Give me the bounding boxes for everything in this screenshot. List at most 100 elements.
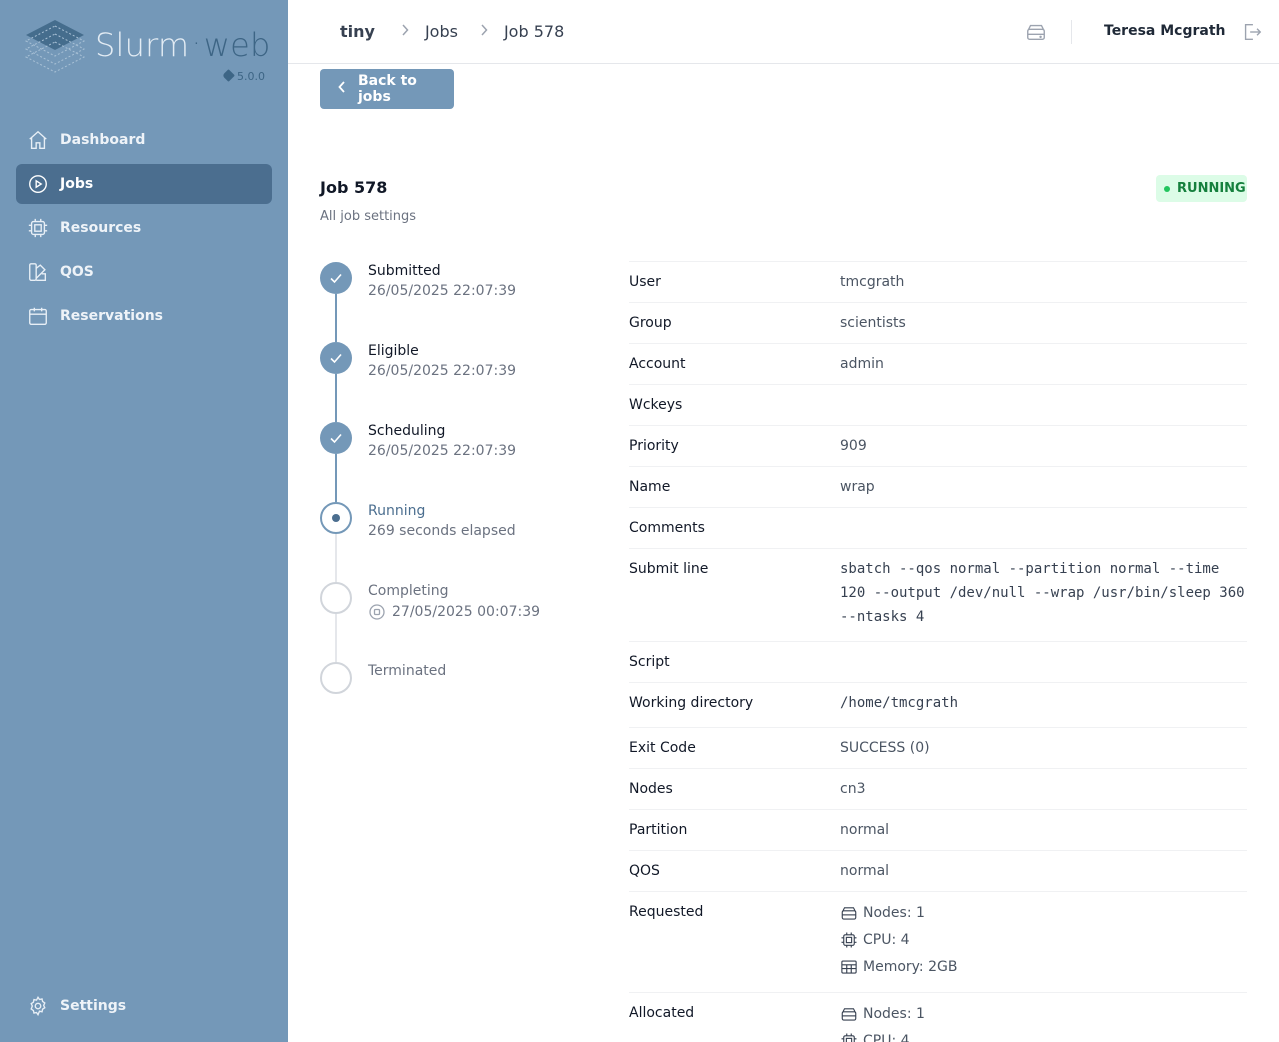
detail-key: Exit Code [629,740,696,756]
detail-value: scientists [840,315,906,331]
sidebar-item-label: Settings [60,998,127,1014]
page-title: Job 578 [320,178,388,197]
timeline-step-label: Terminated [368,663,447,679]
check-icon [320,262,352,294]
detail-value: cn3 [840,781,866,797]
calendar-icon [26,304,50,328]
detail-row-script: Script [629,642,1247,683]
sidebar-item-settings[interactable]: Settings [16,986,272,1026]
breadcrumb-cluster[interactable]: tiny [340,22,375,41]
sidebar: Slurm ·web 5.0.0 Dashboard Jobs Resources [0,0,288,1042]
server-icon[interactable] [1025,20,1047,48]
app-logo[interactable]: Slurm ·web 5.0.0 [22,18,272,83]
detail-value: /home/tmcgrath [840,695,959,711]
breadcrumb: tiny Jobs Job 578 [340,22,564,41]
detail-key: QOS [629,863,660,879]
cpu-chip-icon [26,216,50,240]
timeline-step-time: 26/05/2025 22:07:39 [368,443,517,459]
timeline-step-label: Completing [368,583,449,599]
topbar-divider [1071,20,1072,44]
job-details-table: User tmcgrath Group scientists Account a… [629,261,1247,1042]
detail-value: SUCCESS (0) [840,740,930,756]
sidebar-item-label: QOS [60,264,94,280]
check-icon [320,422,352,454]
detail-key: Comments [629,520,705,536]
timeline-step-label: Scheduling [368,423,446,439]
detail-value: normal [840,822,890,838]
detail-key: User [629,274,661,290]
detail-key: Requested [629,904,704,920]
detail-value: Nodes: 1 CPU: 4 Memory: 2GB [840,892,1247,992]
status-dot [1164,185,1170,192]
sidebar-item-label: Reservations [60,308,163,324]
timeline-step-time: 26/05/2025 22:07:39 [368,363,517,379]
page-subtitle: All job settings [320,209,417,224]
detail-value: tmcgrath [840,274,905,290]
timeline-step-eligible: Eligible 26/05/2025 22:07:39 [320,342,600,402]
detail-value: 909 [840,438,867,454]
breadcrumb-jobs[interactable]: Jobs [425,22,458,41]
timeline-step-scheduling: Scheduling 26/05/2025 22:07:39 [320,422,600,482]
timeline-step-submitted: Submitted 26/05/2025 22:07:39 [320,262,600,322]
logo-wordmark: Slurm ·web [95,26,271,64]
tag-icon [222,69,235,82]
user-name[interactable]: Teresa Mcgrath [1104,23,1226,39]
home-icon [26,128,50,152]
detail-row-exit-code: Exit Code SUCCESS (0) [629,728,1247,769]
detail-row-allocated: Allocated Nodes: 1 CPU: 4 [629,993,1247,1042]
allocated-nodes: Nodes: 1 [840,1000,1247,1027]
sidebar-item-qos[interactable]: QOS [16,252,272,292]
sidebar-item-label: Jobs [60,176,94,192]
logout-icon[interactable] [1241,20,1263,48]
sidebar-item-resources[interactable]: Resources [16,208,272,248]
detail-row-name: Name wrap [629,467,1247,508]
detail-row-user: User tmcgrath [629,262,1247,303]
server-icon [841,906,857,920]
timeline-step-label: Submitted [368,263,441,279]
detail-key: Name [629,479,671,495]
back-to-jobs-button[interactable]: Back to jobs [320,69,454,109]
cpu-chip-icon [841,932,857,947]
requested-nodes: Nodes: 1 [840,899,1247,926]
timeline-step-time: 27/05/2025 00:07:39 [368,603,540,621]
detail-row-group: Group scientists [629,303,1247,344]
timeline-step-running: Running 269 seconds elapsed [320,502,600,562]
check-icon [320,342,352,374]
table-cells-icon [841,959,857,974]
breadcrumb-current: Job 578 [503,22,565,41]
detail-key: Partition [629,822,688,838]
sidebar-item-reservations[interactable]: Reservations [16,296,272,336]
cpu-chip-icon [841,1033,857,1042]
timeline-step-terminated: Terminated [320,662,600,722]
detail-row-requested: Requested Nodes: 1 CPU: 4 Memory: 2GB [629,892,1247,993]
detail-key: Priority [629,438,679,454]
sidebar-item-jobs[interactable]: Jobs [16,164,272,204]
detail-row-comments: Comments [629,508,1247,549]
chevron-right-icon [480,23,488,40]
sidebar-item-dashboard[interactable]: Dashboard [16,120,272,160]
chevron-left-icon [338,81,346,97]
back-button-label: Back to jobs [358,73,417,105]
detail-key: Account [629,356,686,372]
allocated-cpu: CPU: 4 [840,1027,1247,1042]
chevron-right-icon [401,23,409,40]
sidebar-nav: Dashboard Jobs Resources QOS Reservation… [16,120,272,340]
timeline-step-label: Running [368,503,426,519]
sidebar-item-label: Dashboard [60,132,146,148]
logo-stack-icon [24,20,86,73]
detail-value [840,385,1247,425]
detail-value: admin [840,356,884,372]
timeline-step-time: 269 seconds elapsed [368,523,516,539]
current-step-icon [320,502,352,534]
detail-row-partition: Partition normal [629,810,1247,851]
timeline-step-label: Eligible [368,343,419,359]
pending-step-icon [320,582,352,614]
timeline-step-completing: Completing 27/05/2025 00:07:39 [320,582,600,642]
detail-row-nodes: Nodes cn3 [629,769,1247,810]
detail-value: sbatch --qos normal --partition normal -… [840,561,1245,625]
play-circle-icon [26,172,50,196]
detail-key: Script [629,654,670,670]
detail-value: wrap [840,479,875,495]
detail-value [840,642,1247,682]
detail-key: Submit line [629,561,709,577]
